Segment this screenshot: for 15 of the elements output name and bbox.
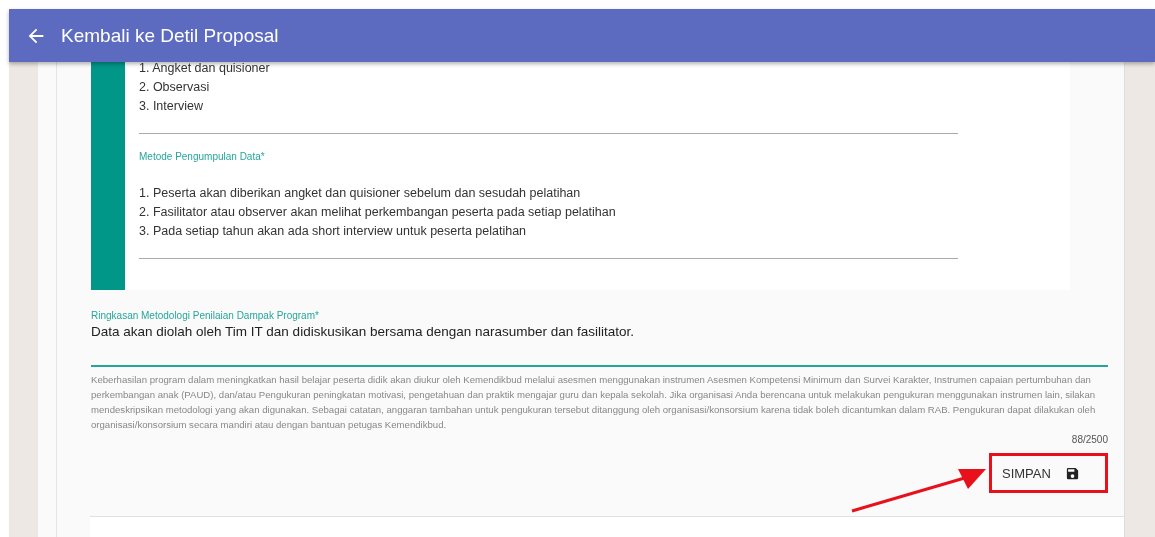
list-item: 2. Fasilitator atau observer akan melihat perkembangan peserta pada setiap pelatihan bbox=[139, 204, 617, 221]
list-item: 3. Interview bbox=[139, 98, 204, 115]
page-title: Kembali ke Detil Proposal bbox=[61, 24, 279, 47]
list-item: 1. Angket dan quisioner bbox=[139, 60, 271, 77]
list-item: 3. Pada setiap tahun akan ada short interview untuk peserta pelatihan bbox=[139, 223, 528, 240]
save-icon bbox=[1064, 465, 1080, 481]
help-text: Keberhasilan program dalam meningkatkan hasil belajar peserta didik akan diukur oleh Kemendikbud melalui asesmen menggunakan instrumen Asesmen Kompetensi Minimum dan Survei Karakter, Instrumen capaian pertumbuhan dan perkembangan anak (PAUD), dan/atau Pengukuran peningkatan motivasi, pengetahuan dan praktik mengajar guru dan kepala sekolah. Jika organisasi Anda berencana untuk melakukan pengukuran menggunakan instrumen lain, silakan mendeskripsikan metodologi yang akan digunakan. Sebagai catatan, anggaran tambahan untuk pengukuran tersebut ditanggung oleh organisasi/konsorsium karena tidak boleh dicantumkan dalam RAB. Pengukuran dapat dilakukan oleh organisasi/konsorsium secara mandiri atau dengan bantuan petugas Kemendikbud. bbox=[91, 373, 1097, 432]
text-area[interactable]: Ringkasan Metodologi Penilaian Dampak Program* Data akan diolah oleh Tim IT dan didiskusikan bersama dengan narasumber dan fasilitator. bbox=[91, 310, 1108, 367]
field-label: Metode Pengumpulan Data* bbox=[139, 151, 266, 162]
list-item: 2. Observasi bbox=[139, 79, 211, 96]
character-counter: 88/2500 bbox=[1070, 434, 1108, 445]
list-item: 1. Peserta akan diberikan angket dan quisioner sebelum dan sesudah pelatihan bbox=[139, 185, 582, 202]
field-label: Ringkasan Metodologi Penilaian Dampak Program* bbox=[91, 310, 320, 321]
field-value: Data akan diolah oleh Tim IT dan didiskusikan bersama dengan narasumber dan fasilitator. bbox=[91, 324, 636, 339]
save-button[interactable]: SIMPAN bbox=[992, 459, 1090, 487]
